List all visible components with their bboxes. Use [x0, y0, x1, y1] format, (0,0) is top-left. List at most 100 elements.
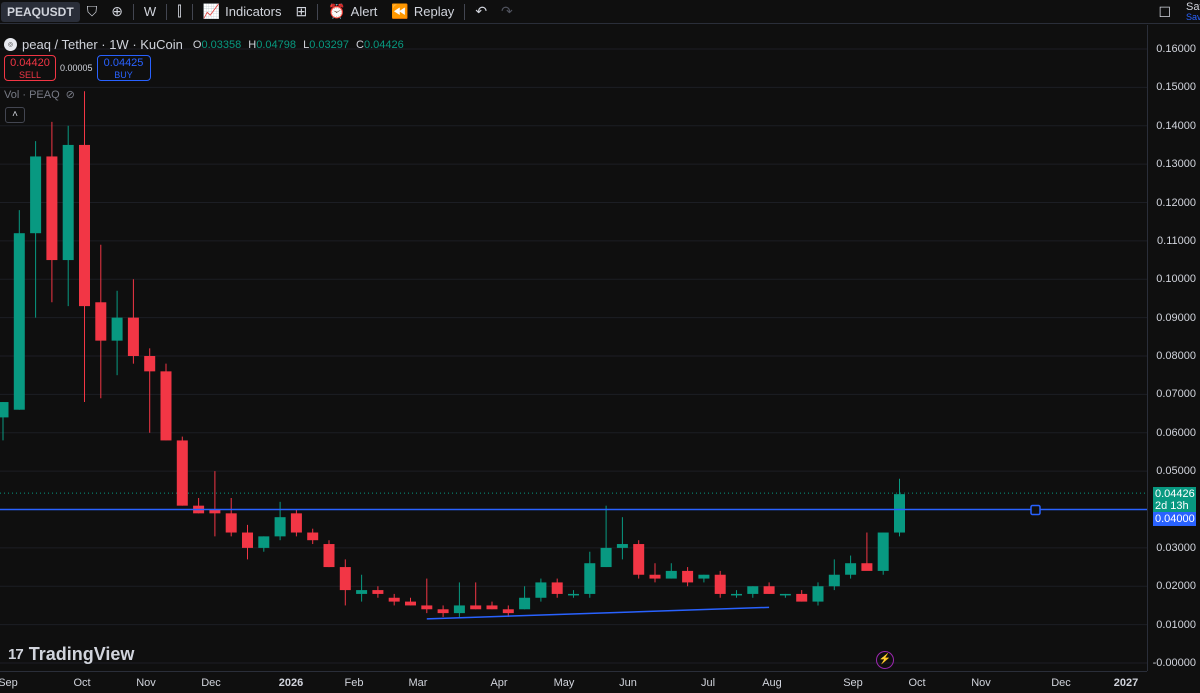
- candle[interactable]: [698, 574, 710, 583]
- candle[interactable]: [779, 593, 791, 598]
- candle[interactable]: [453, 582, 465, 617]
- candle[interactable]: [176, 436, 188, 506]
- sell-button[interactable]: 0.04420 SELL: [4, 55, 56, 81]
- candle[interactable]: [584, 551, 596, 598]
- low-value: 0.03297: [309, 38, 349, 51]
- candle-body: [616, 544, 628, 548]
- candle[interactable]: [568, 590, 579, 598]
- candle[interactable]: [274, 501, 286, 541]
- interval-button[interactable]: W: [137, 0, 163, 24]
- candle[interactable]: [877, 532, 889, 575]
- candle-body: [79, 144, 90, 307]
- candle-body: [62, 144, 74, 261]
- candle[interactable]: [714, 570, 726, 598]
- candle[interactable]: [502, 605, 514, 617]
- candle[interactable]: [796, 590, 808, 602]
- candle[interactable]: [111, 290, 123, 376]
- candle[interactable]: [209, 471, 221, 537]
- redo-button[interactable]: ↷: [494, 0, 520, 24]
- symbol-search[interactable]: PEAQUSDT: [1, 1, 80, 22]
- candle[interactable]: [665, 563, 677, 579]
- candle[interactable]: [551, 578, 563, 598]
- candle[interactable]: [421, 578, 433, 614]
- volume-label: Vol · PEAQ: [4, 88, 60, 101]
- candle[interactable]: [633, 540, 645, 579]
- collapse-legend-button[interactable]: ˄: [5, 107, 25, 123]
- undo-button[interactable]: ↶: [468, 0, 494, 24]
- candle[interactable]: [747, 586, 759, 598]
- price-tick-label: 0.09000: [1156, 311, 1196, 324]
- compare-button[interactable]: ⊕: [104, 0, 130, 24]
- time-tick-label: Dec: [1051, 677, 1071, 689]
- candle-body: [111, 317, 123, 341]
- candle[interactable]: [519, 586, 531, 610]
- candle[interactable]: [127, 279, 139, 364]
- candle[interactable]: [225, 497, 237, 537]
- buy-button[interactable]: 0.04425 BUY: [96, 55, 151, 81]
- candle[interactable]: [845, 555, 857, 579]
- candle[interactable]: [828, 559, 840, 591]
- eye-hidden-icon[interactable]: ⊘: [66, 88, 75, 101]
- candle[interactable]: [600, 505, 612, 568]
- volume-legend[interactable]: Vol · PEAQ ⊘: [4, 88, 75, 102]
- candle-body: [633, 544, 645, 575]
- candle[interactable]: [894, 478, 905, 537]
- alert-button[interactable]: ⏰ Alert: [321, 0, 384, 24]
- candle[interactable]: [616, 517, 628, 560]
- toolbar-divider: [191, 3, 193, 20]
- candle-body: [584, 563, 596, 594]
- candle[interactable]: [372, 586, 384, 598]
- price-axis[interactable]: 0.16000 0.15000 0.14000 0.13000 0.12000 0.110…: [1147, 25, 1200, 671]
- replay-button[interactable]: ⏪ Replay: [384, 0, 461, 24]
- candle-body: [160, 371, 172, 441]
- candle[interactable]: [731, 590, 742, 598]
- candle[interactable]: [0, 402, 9, 441]
- candle[interactable]: [682, 567, 694, 587]
- candle[interactable]: [160, 363, 172, 441]
- candle[interactable]: [46, 121, 58, 303]
- symbol-options-button[interactable]: ⛉: [80, 0, 105, 24]
- tradingview-logo[interactable]: 17 TradingView: [8, 644, 134, 665]
- indicators-button[interactable]: 📈 Indicators: [196, 0, 289, 24]
- chart-type-button[interactable]: ⫿: [170, 0, 188, 24]
- candle-body: [470, 605, 482, 610]
- candle-body: [437, 609, 449, 614]
- candle[interactable]: [95, 244, 107, 399]
- templates-button[interactable]: ⊞: [289, 0, 315, 24]
- high-value: 0.04798: [256, 38, 297, 51]
- candle[interactable]: [405, 597, 416, 606]
- candle[interactable]: [339, 559, 351, 606]
- price-chart[interactable]: [0, 25, 1147, 671]
- candle[interactable]: [307, 528, 319, 545]
- spread-value: 0.00005: [60, 63, 93, 73]
- price-tick-label: 0.15000: [1156, 81, 1196, 94]
- top-toolbar: PEAQUSDT ⛉ ⊕ W ⫿ 📈 Indicators ⊞ ⏰ Alert …: [0, 0, 1200, 24]
- candle[interactable]: [242, 524, 253, 560]
- candle[interactable]: [193, 497, 205, 514]
- candle[interactable]: [290, 509, 302, 537]
- line-drag-handle[interactable]: [1030, 504, 1041, 516]
- candle[interactable]: [861, 532, 873, 571]
- candle[interactable]: [258, 536, 270, 552]
- redo-icon: ↷: [501, 3, 513, 19]
- layout-button[interactable]: ☐: [1151, 0, 1178, 24]
- candle[interactable]: [13, 210, 25, 410]
- open-value: 0.03358: [201, 38, 242, 51]
- save-button[interactable]: Save Save: [1186, 2, 1200, 22]
- candle-body: [0, 402, 9, 418]
- candle[interactable]: [323, 540, 335, 568]
- lightning-icon[interactable]: ⚡: [876, 651, 894, 669]
- candle[interactable]: [535, 578, 547, 602]
- candle[interactable]: [356, 574, 368, 602]
- candle[interactable]: [79, 91, 90, 403]
- candle-body: [763, 586, 775, 594]
- candle[interactable]: [763, 582, 775, 594]
- candle[interactable]: [144, 348, 156, 433]
- candle[interactable]: [437, 605, 449, 617]
- symbol-title[interactable]: peaq / Tether · 1W · KuCoin: [22, 37, 183, 52]
- candle[interactable]: [649, 563, 661, 583]
- candle[interactable]: [388, 593, 400, 606]
- time-axis[interactable]: Sep Oct Nov Dec 2026 Feb Mar Apr May Jun Jul Aug Sep…: [0, 671, 1147, 693]
- candle[interactable]: [30, 141, 42, 318]
- candle[interactable]: [486, 601, 498, 610]
